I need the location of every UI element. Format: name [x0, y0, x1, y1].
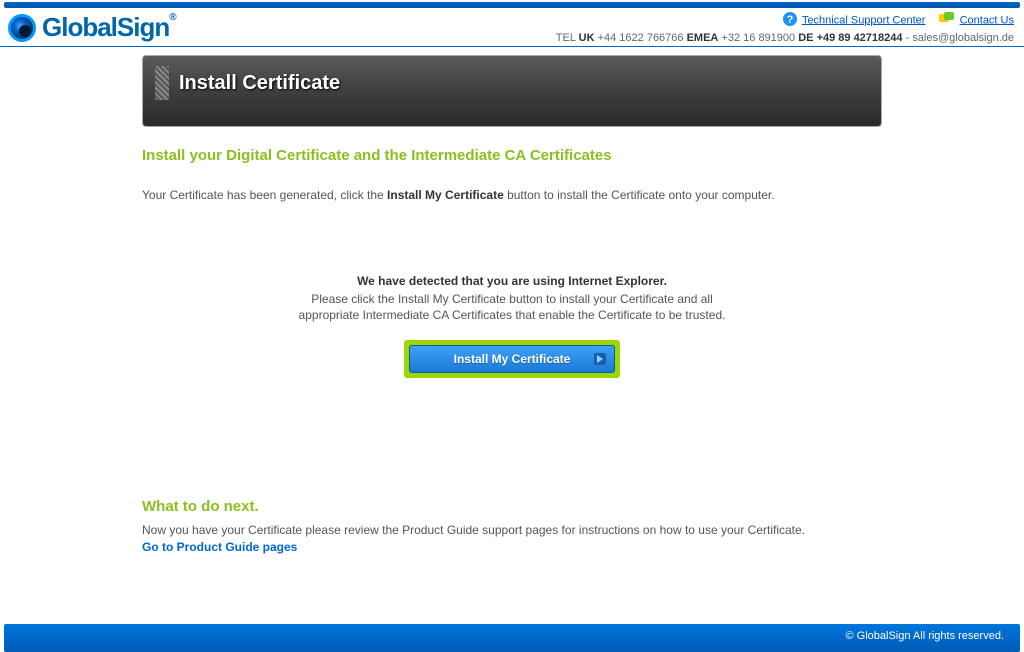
contact-info: TEL UK +44 1622 766766 EMEA +32 16 89190…	[556, 32, 1014, 44]
tel-emea: +32 16 891900	[721, 32, 795, 44]
arrow-right-icon	[594, 353, 606, 365]
next-steps-title: What to do next.	[142, 498, 882, 515]
tel-emea-label: EMEA	[687, 32, 719, 44]
help-icon: ?	[783, 12, 797, 29]
page-content: Install Certificate Install your Digital…	[142, 47, 882, 594]
instruction-line-1: Please click the Install My Certificate …	[142, 292, 882, 306]
install-my-certificate-button[interactable]: Install My Certificate	[409, 345, 615, 373]
detected-browser-text: We have detected that you are using Inte…	[142, 274, 882, 288]
support-link[interactable]: Technical Support Center	[802, 14, 926, 26]
logo-text-suffix: Sign	[117, 12, 169, 42]
header: GlobalSign® ? Technical Support Center C…	[0, 8, 1024, 47]
email: sales@globalsign.de	[912, 32, 1014, 44]
next-steps-text: Now you have your Certificate please rev…	[142, 521, 882, 540]
page-title-bar: Install Certificate	[142, 55, 882, 127]
install-button-label: Install My Certificate	[454, 352, 571, 366]
tel-uk: +44 1622 766766	[598, 32, 684, 44]
logo-text-prefix: Global	[42, 12, 117, 42]
tel-uk-label: UK	[579, 32, 595, 44]
intro-bold: Install My Certificate	[387, 188, 504, 202]
svg-text:?: ?	[787, 14, 794, 26]
tel-label: TEL	[556, 32, 576, 44]
install-button-highlight: Install My Certificate	[404, 340, 620, 378]
title-stripes-icon	[155, 66, 169, 100]
logo[interactable]: GlobalSign®	[8, 12, 176, 43]
tel-de-label: DE	[798, 32, 813, 44]
registered-mark: ®	[169, 12, 175, 23]
footer-copyright: © GlobalSign All rights reserved.	[845, 630, 1004, 642]
intro-paragraph: Your Certificate has been generated, cli…	[142, 186, 882, 204]
logo-eye-icon	[8, 14, 36, 42]
main-content: Install your Digital Certificate and the…	[142, 127, 882, 594]
next-steps-section: What to do next. Now you have your Certi…	[142, 498, 882, 554]
intro-suffix: button to install the Certificate onto y…	[504, 188, 775, 202]
tel-de: +49 89 42718244	[817, 32, 903, 44]
intro-prefix: Your Certificate has been generated, cli…	[142, 188, 387, 202]
section-title: Install your Digital Certificate and the…	[142, 147, 882, 164]
contact-link[interactable]: Contact Us	[960, 14, 1014, 26]
browser-detection-block: We have detected that you are using Inte…	[142, 274, 882, 378]
header-links: ? Technical Support Center Contact Us	[556, 12, 1014, 29]
chat-icon	[939, 12, 955, 29]
header-right: ? Technical Support Center Contact Us TE…	[556, 12, 1014, 44]
product-guide-link[interactable]: Go to Product Guide pages	[142, 540, 297, 554]
footer: © GlobalSign All rights reserved.	[4, 624, 1020, 652]
instruction-line-2: appropriate Intermediate CA Certificates…	[142, 308, 882, 322]
logo-text: GlobalSign®	[42, 12, 176, 43]
page-title: Install Certificate	[179, 72, 340, 95]
